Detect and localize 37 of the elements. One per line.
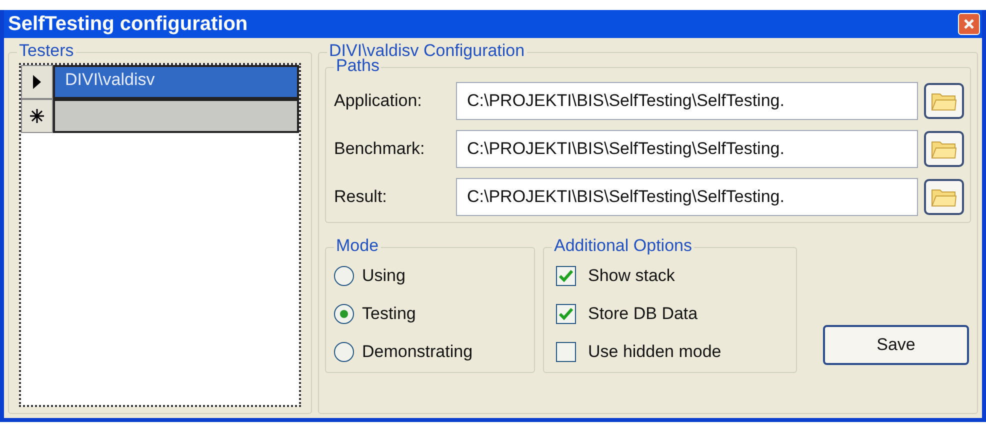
folder-icon — [931, 139, 957, 159]
checkbox-label: Use hidden mode — [588, 341, 722, 364]
option-checkbox[interactable]: Store DB Data — [556, 300, 796, 328]
group-title: Additional Options — [552, 236, 694, 256]
tester-row[interactable]: DIVI\valdisv — [53, 65, 299, 99]
radio-label: Testing — [362, 303, 416, 326]
path-field[interactable]: C:\PROJEKTI\BIS\SelfTesting\SelfTesting. — [456, 130, 918, 168]
checkbox-label: Show stack — [588, 265, 675, 288]
close-button[interactable] — [958, 13, 980, 35]
path-label: Benchmark: — [334, 138, 426, 160]
option-checkbox[interactable]: Use hidden mode — [556, 338, 796, 366]
path-label: Result: — [334, 186, 388, 208]
browse-button[interactable] — [924, 179, 964, 215]
folder-icon — [931, 187, 957, 207]
checkbox-label: Store DB Data — [588, 303, 698, 326]
path-label: Application: — [334, 90, 423, 112]
path-field[interactable]: C:\PROJEKTI\BIS\SelfTesting\SelfTesting. — [456, 82, 918, 120]
save-button[interactable]: Save — [823, 325, 969, 365]
check-icon — [559, 308, 573, 320]
row-header[interactable] — [21, 65, 53, 99]
radio-label: Demonstrating — [362, 341, 473, 364]
row-header[interactable] — [21, 99, 53, 133]
option-checkbox[interactable]: Show stack — [556, 262, 796, 290]
path-field[interactable]: C:\PROJEKTI\BIS\SelfTesting\SelfTesting. — [456, 178, 918, 216]
mode-radio[interactable]: Testing — [334, 300, 534, 328]
mode-radio[interactable]: Using — [334, 262, 534, 290]
browse-button[interactable] — [924, 83, 964, 119]
window-title: SelfTesting configuration — [8, 12, 248, 37]
radio-label: Using — [362, 265, 406, 288]
tester-row[interactable] — [53, 99, 299, 133]
current-row-icon — [33, 75, 41, 89]
new-row-icon — [30, 109, 44, 123]
browse-button[interactable] — [924, 131, 964, 167]
folder-icon — [931, 91, 957, 111]
close-icon — [963, 18, 975, 30]
mode-radio[interactable]: Demonstrating — [334, 338, 534, 366]
check-icon — [559, 270, 573, 282]
